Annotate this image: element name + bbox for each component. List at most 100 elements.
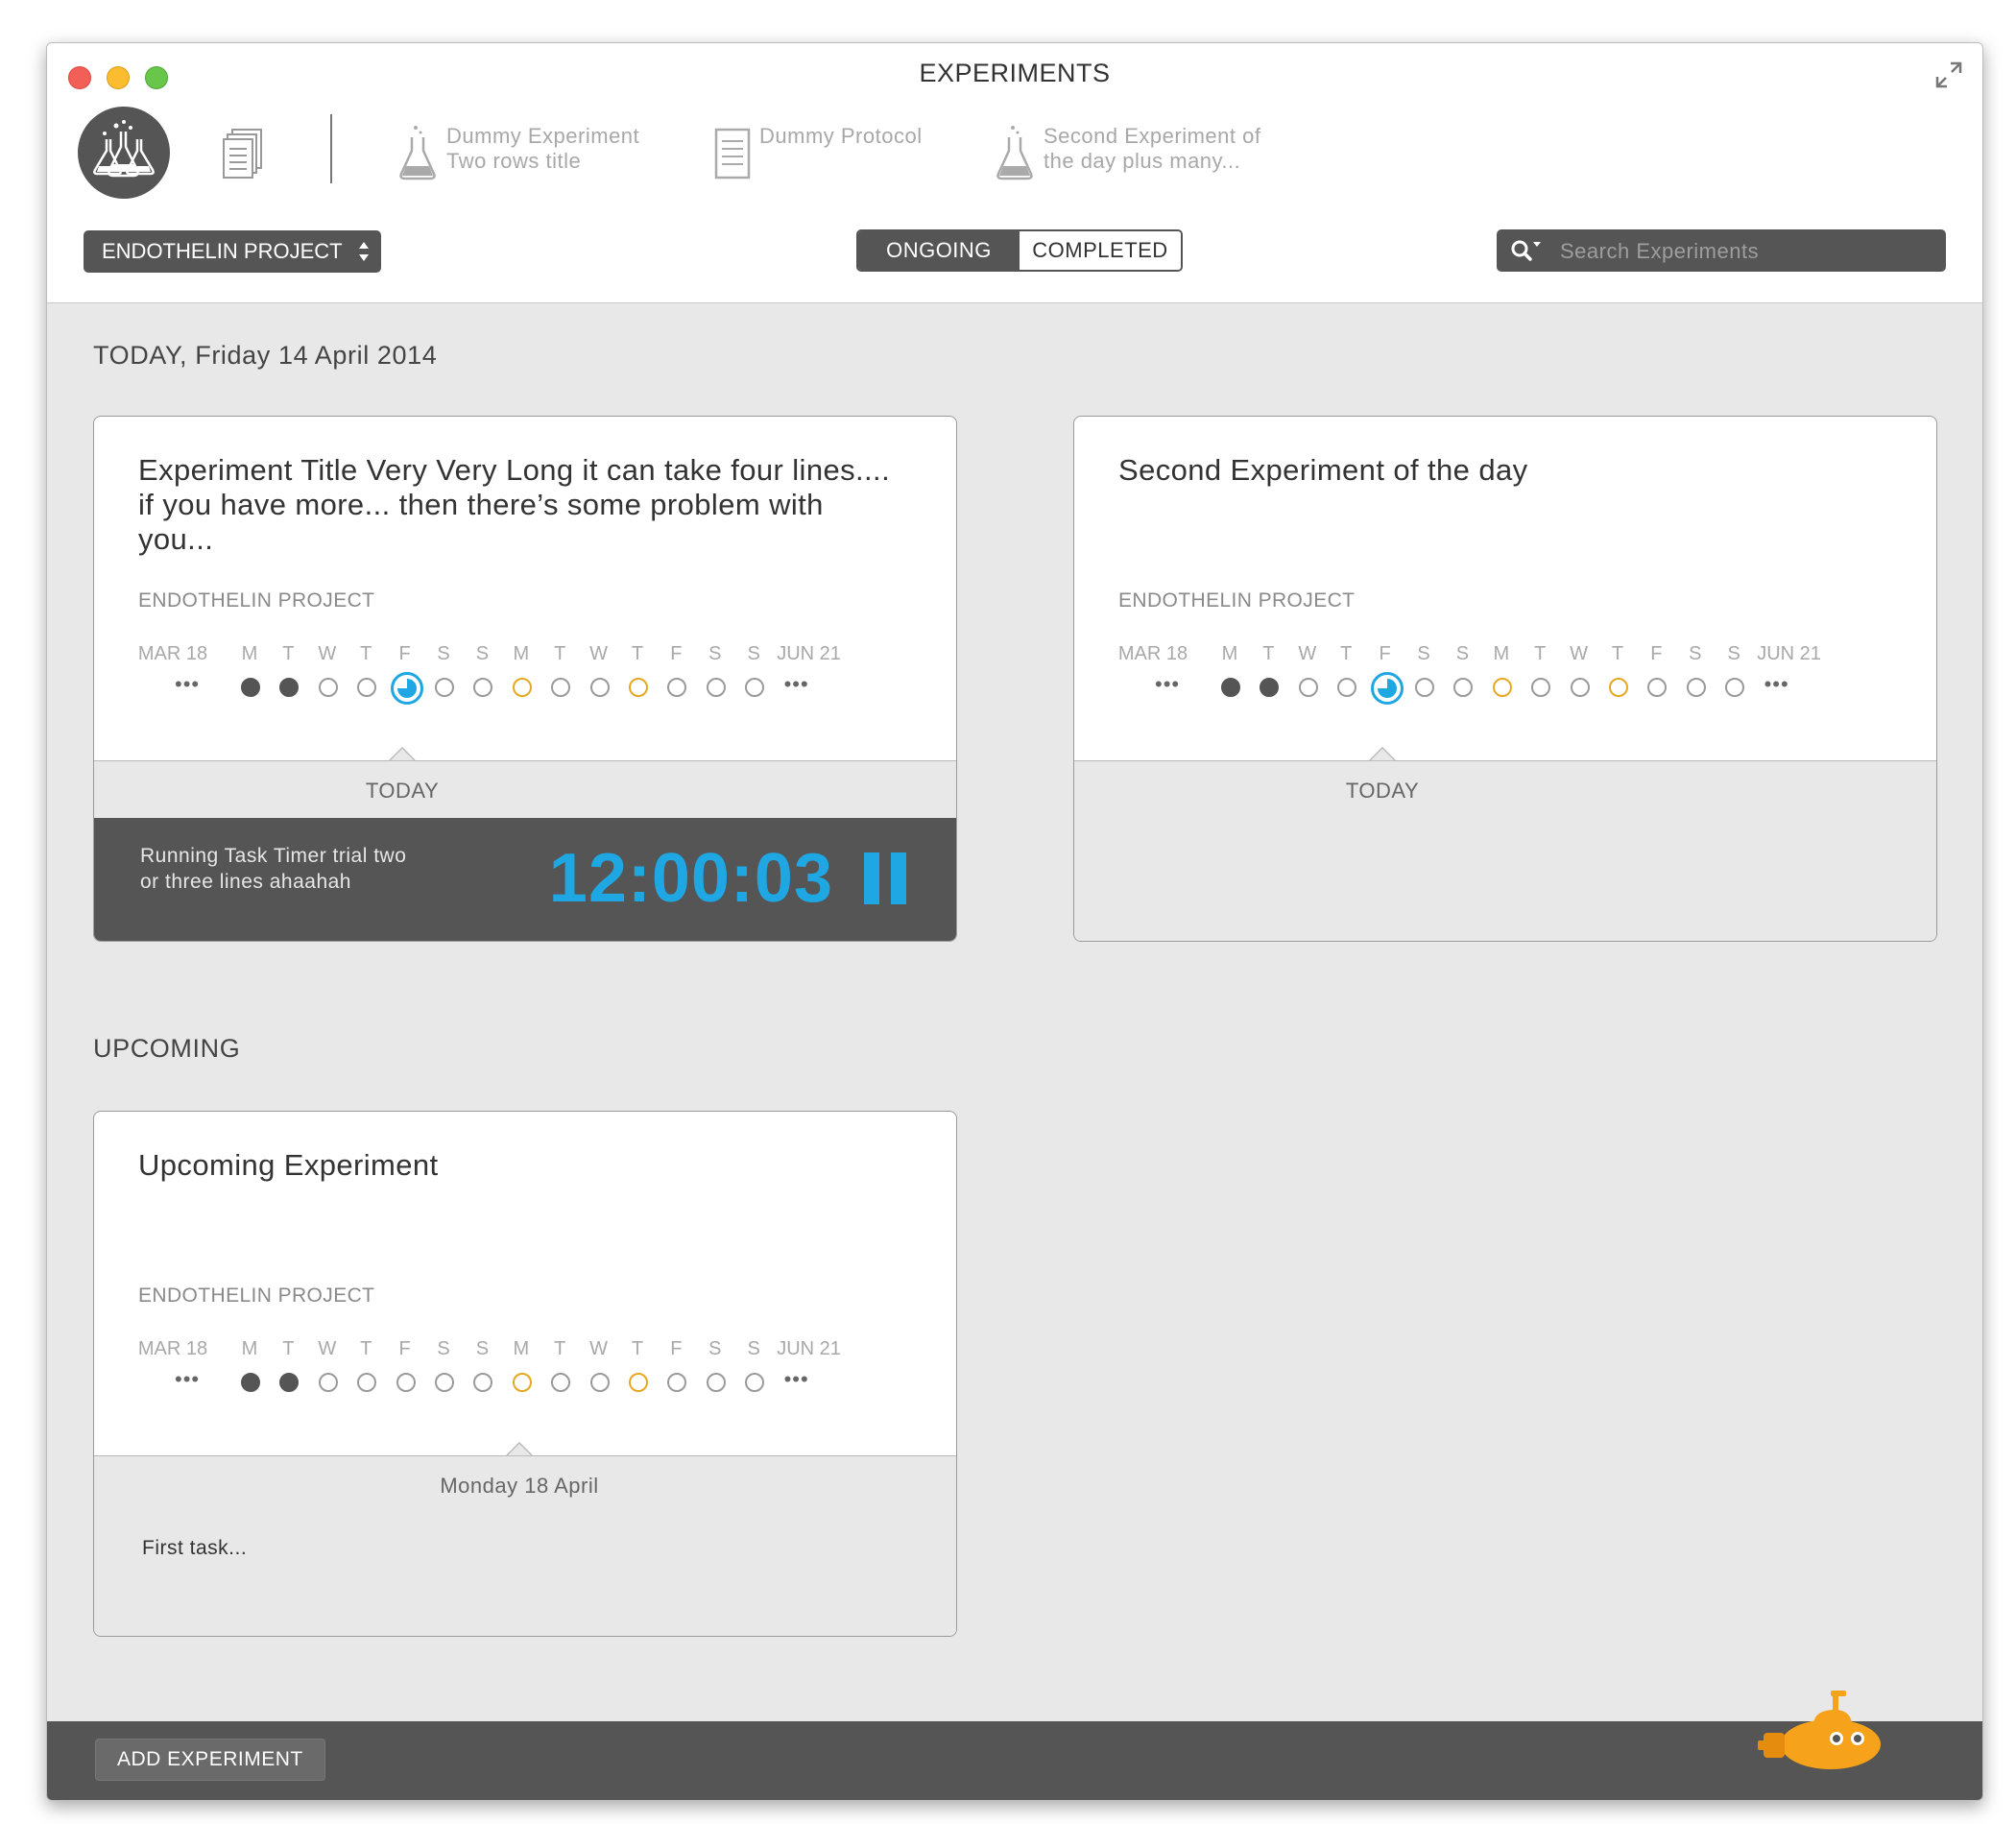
timeline-day-dot[interactable]: [435, 678, 454, 697]
timeline-day-dot[interactable]: [1609, 678, 1628, 697]
timeline-day-dot[interactable]: [241, 678, 260, 697]
timeline-day-label: T: [1534, 643, 1547, 664]
task-timer: Running Task Timer trial two or three li…: [94, 818, 956, 941]
tab-completed[interactable]: COMPLETED: [1020, 231, 1181, 270]
timeline-day-dot[interactable]: [706, 1373, 726, 1392]
timeline-day-dot[interactable]: [629, 678, 648, 697]
experiments-home-button[interactable]: [78, 107, 170, 199]
experiment-project: ENDOTHELIN PROJECT: [1118, 589, 1356, 612]
timeline-day-dot[interactable]: [357, 1373, 377, 1392]
timeline-day-dot[interactable]: [435, 1373, 454, 1392]
timeline-day-dot[interactable]: [1337, 678, 1357, 697]
section-heading-upcoming: UPCOMING: [93, 1034, 241, 1063]
timeline-day-dot[interactable]: [1531, 678, 1551, 697]
timeline-day-label: T: [554, 643, 566, 664]
timeline-day-dot[interactable]: [551, 678, 571, 697]
add-experiment-button[interactable]: ADD EXPERIMENT: [95, 1739, 325, 1781]
timeline-day-dot[interactable]: [589, 1373, 610, 1392]
day-label: Monday 18 April: [440, 1474, 599, 1498]
experiment-title: Experiment Title Very Very Long it can t…: [138, 453, 891, 556]
experiment-title: Second Experiment of the day: [1118, 453, 1528, 487]
timeline-day-label: T: [1340, 643, 1353, 664]
timeline-day-dot[interactable]: [629, 1373, 648, 1392]
recent-item-dummy-protocol[interactable]: Dummy Protocol: [713, 124, 923, 185]
today-pointer: [389, 747, 416, 761]
timeline-day-dot[interactable]: [1415, 678, 1434, 697]
timeline-day-dot[interactable]: [241, 1373, 260, 1392]
timeline-day-label: S: [437, 1338, 450, 1359]
timeline-day-dot[interactable]: [473, 1373, 493, 1392]
timeline-day-label: W: [1570, 643, 1589, 664]
status-tabs: ONGOING COMPLETED: [856, 229, 1183, 272]
timeline-day-label: T: [360, 643, 372, 664]
recent-item-dummy-experiment[interactable]: Dummy Experiment Two rows title: [396, 124, 639, 185]
timeline-day-dot[interactable]: [1453, 678, 1474, 697]
timeline-day-dot[interactable]: [512, 1373, 532, 1392]
timeline-more-after-button[interactable]: •••: [1764, 672, 1789, 697]
timeline-day-dot[interactable]: [318, 1373, 338, 1392]
experiment-card[interactable]: Experiment Title Very Very Long it can t…: [93, 416, 957, 942]
pause-button[interactable]: [864, 852, 906, 904]
flasks-icon: [93, 120, 155, 178]
timeline-day-dot[interactable]: [589, 678, 610, 697]
timeline-day-dot[interactable]: [667, 678, 687, 697]
timeline-day-dot[interactable]: [279, 1373, 300, 1392]
recent-item-second-experiment[interactable]: Second Experiment of the day plus many..…: [994, 124, 1260, 185]
timeline-day-dot[interactable]: [745, 678, 765, 697]
experiment-card[interactable]: Second Experiment of the day ENDOTHELIN …: [1073, 416, 1937, 942]
timeline-day-dot[interactable]: [1298, 678, 1318, 697]
today-progress-dot[interactable]: [1370, 672, 1404, 705]
timeline-more-after-button[interactable]: •••: [784, 1367, 809, 1392]
documents-icon[interactable]: [223, 128, 265, 180]
timeline-more-before-button[interactable]: •••: [1155, 672, 1180, 697]
timeline-day-dot[interactable]: [1492, 678, 1512, 697]
timeline-more-before-button[interactable]: •••: [175, 672, 200, 697]
timeline-day-dot[interactable]: [1221, 678, 1240, 697]
flask-icon: [399, 126, 436, 180]
timeline-day-dot[interactable]: [1570, 678, 1590, 697]
timeline-day-label: T: [360, 1338, 372, 1359]
day-label: TODAY: [1345, 779, 1420, 803]
timeline-start-label: MAR 18: [137, 1338, 208, 1359]
search-icon[interactable]: [1510, 238, 1543, 263]
timeline-day-label: S: [708, 1338, 722, 1359]
timeline-day-dot[interactable]: [667, 1373, 687, 1392]
timeline-day-label: F: [1379, 643, 1391, 664]
timeline-day-label: W: [318, 1338, 337, 1359]
experiment-timeline: MAR 18 JUN 21 ••• ••• M T W T F S S M T W T F S S: [1074, 643, 1936, 758]
timeline-day-label: T: [282, 1338, 295, 1359]
timeline-day-dot[interactable]: [551, 1373, 571, 1392]
fullscreen-icon[interactable]: [1934, 60, 1963, 89]
today-progress-dot[interactable]: [390, 672, 423, 705]
experiment-card[interactable]: Upcoming Experiment ENDOTHELIN PROJECT M…: [93, 1111, 957, 1637]
card-detail: TODAY Running Task Timer trial two or th…: [94, 747, 956, 941]
progress-pie-icon: [396, 679, 417, 698]
project-select[interactable]: ENDOTHELIN PROJECT: [84, 230, 381, 273]
timeline-day-dot[interactable]: [1260, 678, 1280, 697]
timeline-day-dot[interactable]: [279, 678, 300, 697]
timeline-day-label: T: [1262, 643, 1275, 664]
task-item[interactable]: First task...: [142, 1537, 247, 1560]
timeline-day-dot[interactable]: [706, 678, 726, 697]
timeline-day-dot[interactable]: [318, 678, 338, 697]
timeline-day-dot[interactable]: [512, 678, 532, 697]
timeline-day-label: F: [1650, 643, 1663, 664]
tab-ongoing[interactable]: ONGOING: [858, 231, 1020, 270]
timeline-day-dot[interactable]: [1647, 678, 1668, 697]
timeline-day-dot[interactable]: [745, 1373, 765, 1392]
pause-icon: [864, 852, 879, 904]
timeline-day-dot[interactable]: [473, 678, 493, 697]
search-input[interactable]: [1558, 235, 1927, 268]
timeline-more-after-button[interactable]: •••: [784, 672, 809, 697]
timer-value: 12:00:03: [548, 840, 833, 917]
timeline-day-dot[interactable]: [357, 678, 377, 697]
timeline-day-dot[interactable]: [396, 1373, 416, 1392]
timeline-day-dot[interactable]: [1686, 678, 1706, 697]
experiment-project: ENDOTHELIN PROJECT: [138, 589, 375, 612]
today-pointer: [1369, 747, 1396, 761]
timeline-more-before-button[interactable]: •••: [175, 1367, 200, 1392]
timeline-day-label: M: [1493, 643, 1510, 664]
timeline-day-label: T: [554, 1338, 566, 1359]
timeline-day-dot[interactable]: [1725, 678, 1745, 697]
experiment-project: ENDOTHELIN PROJECT: [138, 1284, 375, 1307]
